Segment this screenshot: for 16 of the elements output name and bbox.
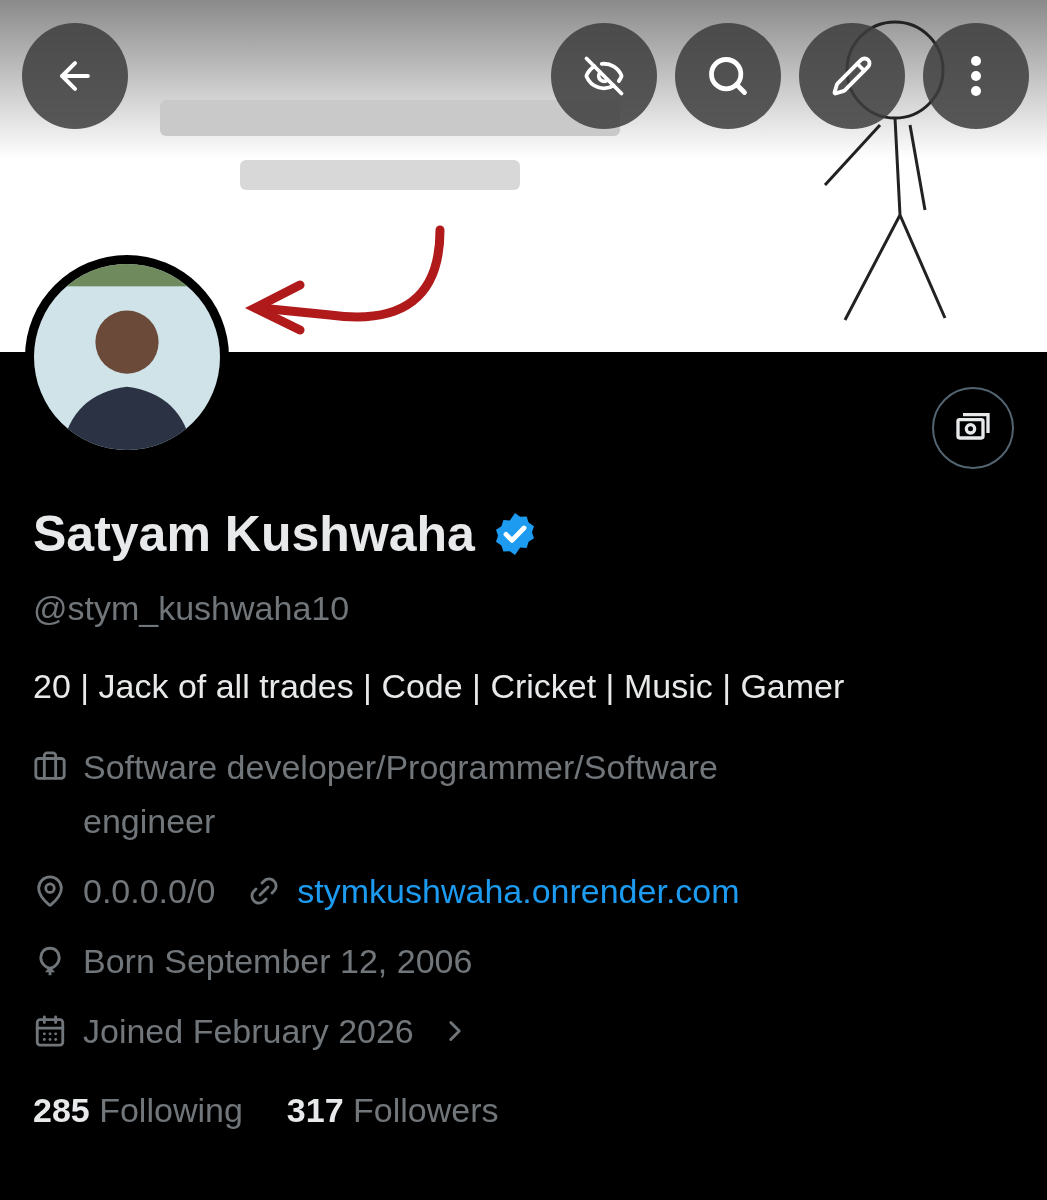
profile-handle: @stym_kushwaha10 (33, 588, 351, 629)
joined-text: Joined February 2026 (83, 1011, 414, 1052)
tip-button[interactable] (932, 387, 1014, 469)
profile-bio: 20 | Jack of all trades | Code | Cricket | Music | Gamer (33, 666, 846, 707)
location-text: 0.0.0.0/0 (83, 871, 216, 912)
birthday-text: Born September 12, 2006 (83, 941, 473, 982)
more-icon (971, 56, 981, 96)
profile-name: Satyam Kushwaha (33, 505, 475, 564)
search-icon (706, 54, 750, 98)
follow-stat[interactable]: 317 Followers (286, 1086, 499, 1134)
calendar-icon (33, 1014, 67, 1048)
follow-stat[interactable]: 285 Following (33, 1086, 243, 1134)
website-link[interactable]: stymkushwaha.onrender.com (297, 864, 740, 918)
pencil-icon (831, 55, 873, 97)
job-text: Software developer/Programmer/Software engineer (83, 747, 719, 842)
crossed-eye-icon (583, 55, 625, 97)
